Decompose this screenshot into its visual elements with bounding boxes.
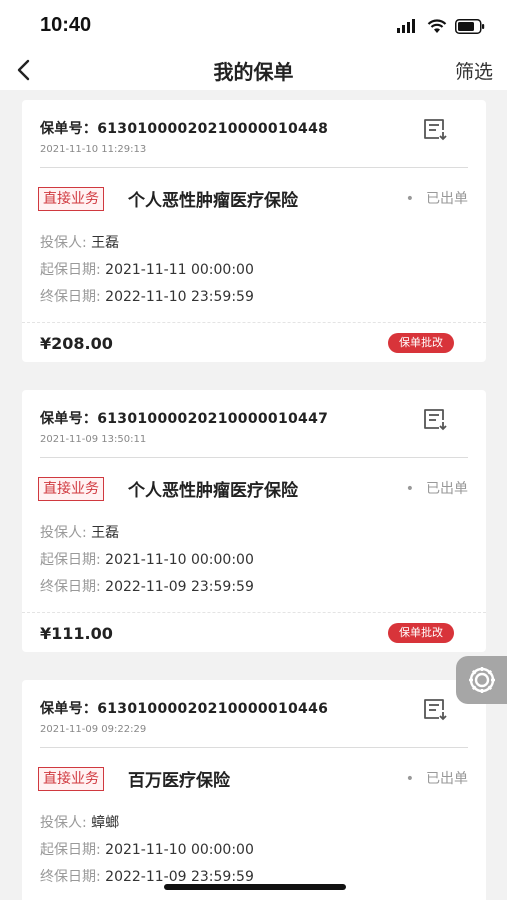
policy-number: 保单号：61301000020210000010448 xyxy=(40,118,328,138)
product-name: 个人恶性肿瘤医疗保险 xyxy=(128,191,298,211)
document-download-button[interactable] xyxy=(422,697,448,721)
policy-number-value: 61301000020210000010447 xyxy=(97,411,329,427)
start-date-label: 起保日期: xyxy=(40,552,106,568)
policy-holder-value: 王磊 xyxy=(91,525,120,541)
policy-holder-label: 投保人: xyxy=(40,525,92,541)
end-date-value: 2022-11-09 23:59:59 xyxy=(105,869,254,885)
policy-card[interactable]: 保单号：61301000020210000010448 2021-11-10 1… xyxy=(22,100,486,362)
nav-bar: 我的保单 筛选 xyxy=(0,50,507,90)
end-date-value: 2022-11-10 23:59:59 xyxy=(105,289,254,305)
policy-holder-row: 投保人: 蟑螂 xyxy=(40,812,119,832)
policy-holder-label: 投保人: xyxy=(40,815,92,831)
document-download-icon xyxy=(424,119,447,141)
policy-number: 保单号：61301000020210000010447 xyxy=(40,408,328,428)
document-download-button[interactable] xyxy=(422,117,448,141)
endorse-policy-button[interactable]: 保单批改 xyxy=(388,333,454,353)
end-date-row: 终保日期: 2022-11-09 23:59:59 xyxy=(40,576,254,596)
end-date-label: 终保日期: xyxy=(40,579,106,595)
policy-created-time: 2021-11-10 11:29:13 xyxy=(40,144,147,155)
end-date-label: 终保日期: xyxy=(40,289,106,305)
status-dot-icon: • xyxy=(405,191,414,207)
policy-created-time: 2021-11-09 09:22:29 xyxy=(40,724,147,735)
policy-holder-row: 投保人: 王磊 xyxy=(40,232,119,252)
policy-number: 保单号：61301000020210000010446 xyxy=(40,698,328,718)
signal-icon xyxy=(397,19,415,33)
start-date-label: 起保日期: xyxy=(40,262,106,278)
product-name: 百万医疗保险 xyxy=(128,771,230,791)
start-date-value: 2021-11-10 00:00:00 xyxy=(105,552,254,568)
end-date-row: 终保日期: 2022-11-10 23:59:59 xyxy=(40,286,254,306)
policy-status-text: 已出单 xyxy=(426,771,468,787)
dashed-divider xyxy=(22,322,486,323)
product-name: 个人恶性肿瘤医疗保险 xyxy=(128,481,298,501)
document-download-icon xyxy=(424,699,447,721)
filter-button[interactable]: 筛选 xyxy=(455,57,493,84)
status-icons xyxy=(397,16,485,36)
start-date-row: 起保日期: 2021-11-10 00:00:00 xyxy=(40,839,254,859)
business-type-tag: 直接业务 xyxy=(38,767,104,791)
status-dot-icon: • xyxy=(405,481,414,497)
policy-number-value: 61301000020210000010448 xyxy=(97,121,329,137)
document-download-button[interactable] xyxy=(422,407,448,431)
policy-number-label: 保单号： xyxy=(40,121,98,137)
policy-status: • 已出单 xyxy=(406,768,468,788)
policy-card[interactable]: 保单号：61301000020210000010447 2021-11-09 1… xyxy=(22,390,486,652)
start-date-row: 起保日期: 2021-11-10 00:00:00 xyxy=(40,549,254,569)
policy-holder-value: 蟑螂 xyxy=(91,815,120,831)
policy-holder-label: 投保人: xyxy=(40,235,92,251)
end-date-row: 终保日期: 2022-11-09 23:59:59 xyxy=(40,866,254,886)
gear-icon xyxy=(469,667,495,693)
status-dot-icon: • xyxy=(405,771,414,787)
policy-list[interactable]: 保单号：61301000020210000010448 2021-11-10 1… xyxy=(0,90,507,900)
end-date-value: 2022-11-09 23:59:59 xyxy=(105,579,254,595)
business-type-tag: 直接业务 xyxy=(38,477,104,501)
page-title: 我的保单 xyxy=(213,60,294,84)
premium-amount: ¥111.00 xyxy=(40,624,113,643)
wifi-icon xyxy=(427,18,447,33)
policy-number-value: 61301000020210000010446 xyxy=(97,701,329,717)
endorse-policy-button[interactable]: 保单批改 xyxy=(388,623,454,643)
policy-number-label: 保单号： xyxy=(40,701,98,717)
policy-holder-row: 投保人: 王磊 xyxy=(40,522,119,542)
start-date-value: 2021-11-10 00:00:00 xyxy=(105,842,254,858)
policy-status-text: 已出单 xyxy=(426,481,468,497)
start-date-row: 起保日期: 2021-11-11 00:00:00 xyxy=(40,259,254,279)
policy-card[interactable]: 保单号：61301000020210000010446 2021-11-09 0… xyxy=(22,680,486,900)
policy-number-label: 保单号： xyxy=(40,411,98,427)
start-date-label: 起保日期: xyxy=(40,842,106,858)
status-time: 10:40 xyxy=(40,14,92,36)
premium-amount: ¥208.00 xyxy=(40,334,113,353)
policy-status: • 已出单 xyxy=(406,188,468,208)
divider xyxy=(40,747,468,748)
status-bar: 10:40 xyxy=(0,0,507,50)
document-download-icon xyxy=(424,409,447,431)
policy-status: • 已出单 xyxy=(406,478,468,498)
dashed-divider xyxy=(22,612,486,613)
start-date-value: 2021-11-11 00:00:00 xyxy=(105,262,254,278)
divider xyxy=(40,167,468,168)
home-indicator[interactable] xyxy=(164,884,346,890)
battery-icon xyxy=(455,18,485,34)
business-type-tag: 直接业务 xyxy=(38,187,104,211)
divider xyxy=(40,457,468,458)
floating-settings-button[interactable] xyxy=(456,656,507,704)
policy-created-time: 2021-11-09 13:50:11 xyxy=(40,434,147,445)
policy-status-text: 已出单 xyxy=(426,191,468,207)
policy-holder-value: 王磊 xyxy=(91,235,120,251)
end-date-label: 终保日期: xyxy=(40,869,106,885)
